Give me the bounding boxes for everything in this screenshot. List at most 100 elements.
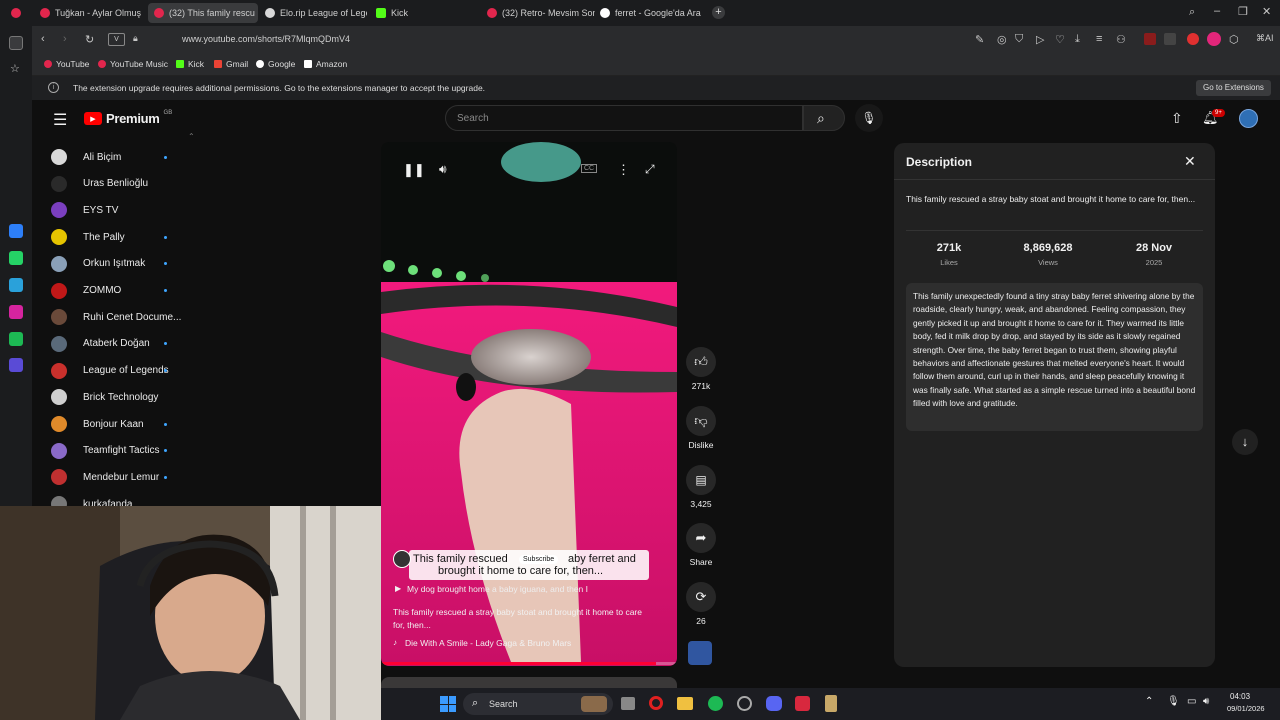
vpn-badge-icon[interactable]: V (108, 33, 125, 46)
sidebar-subscription-item[interactable]: Mendebur Lemur (51, 467, 181, 487)
spotify-icon[interactable] (9, 332, 23, 346)
search-input[interactable]: Search (445, 105, 803, 131)
search-tabs-icon[interactable]: ⌕ (1189, 6, 1195, 19)
bookmark-amazon[interactable]: Amazon (304, 59, 347, 69)
browser-logo-icon[interactable] (11, 8, 21, 18)
sidebar-subscription-item[interactable]: Orkun Işıtmak (51, 254, 181, 274)
progress-track[interactable] (381, 662, 677, 665)
spotify-taskbar-icon[interactable] (708, 696, 723, 711)
sidebar-subscription-item[interactable]: Ataberk Doğan (51, 334, 181, 354)
tab-1[interactable]: Tuğkan - Aylar Olmuş (34, 3, 144, 23)
display-tray-icon[interactable]: ▭ (1187, 696, 1196, 707)
reload-icon[interactable]: ↻ (85, 33, 94, 46)
forward-icon[interactable]: › (63, 33, 67, 45)
player-icon[interactable] (9, 358, 23, 372)
extensions-icon[interactable]: ⬡ (1229, 33, 1239, 46)
comments-button[interactable]: ▤ 3,425 (686, 465, 716, 509)
sidebar-subscription-item[interactable]: Bonjour Kaan (51, 414, 181, 434)
task-view-icon[interactable] (621, 697, 635, 710)
play-icon[interactable]: ▷ (1036, 33, 1044, 46)
close-window-icon[interactable]: ✕ (1262, 5, 1271, 18)
minimize-icon[interactable]: – (1214, 5, 1220, 17)
avatar[interactable] (1239, 109, 1258, 128)
heart-icon[interactable]: ♡ (1055, 33, 1065, 46)
clock-app-icon[interactable] (737, 696, 752, 711)
edit-icon[interactable]: ✎ (975, 33, 984, 46)
sidebar-subscription-item[interactable]: League of Legends (51, 361, 181, 381)
opera-icon[interactable] (649, 696, 663, 710)
back-icon[interactable]: ‹ (41, 33, 45, 45)
tab-3[interactable]: Elo.rip League of Legends (259, 3, 367, 23)
upload-icon[interactable]: ⇧ (1171, 110, 1183, 127)
sound-thumbnail[interactable] (688, 641, 712, 665)
bookmark-youtube-music[interactable]: YouTube Music (98, 59, 168, 69)
url-field[interactable]: www.youtube.com/shorts/R7MlqmQDmV4 (182, 34, 350, 44)
profile-icon[interactable]: ⚇ (1116, 33, 1126, 46)
tab-2-active[interactable]: (32) This family rescu (148, 3, 258, 23)
related-video-link[interactable]: My dog brought home a baby iguana, and t… (407, 584, 588, 594)
file-explorer-icon[interactable] (677, 697, 693, 710)
sidebar-subscription-item[interactable]: Uras Benlioğlu (51, 174, 181, 194)
volume-icon[interactable]: 🔊︎ (439, 162, 447, 177)
extension-icon[interactable] (1144, 33, 1156, 45)
extension-icon[interactable] (1187, 33, 1199, 45)
voice-search-button[interactable]: 🎙︎ (855, 104, 883, 132)
maximize-icon[interactable]: ❐ (1238, 5, 1248, 18)
more-options-icon[interactable]: ⋮ (617, 162, 630, 178)
next-video-button[interactable]: ↓ (1232, 429, 1258, 455)
sidebar-subscription-item[interactable]: The Pally (51, 227, 181, 247)
volume-tray-icon[interactable]: 🔊︎ (1203, 696, 1209, 707)
star-icon[interactable]: ☆ (10, 62, 20, 75)
league-client-icon[interactable] (825, 695, 837, 712)
shield-icon[interactable]: ⛉ (1015, 33, 1023, 46)
pause-icon[interactable]: ❚❚ (403, 162, 425, 178)
discord-icon[interactable] (766, 696, 782, 711)
music-track-link[interactable]: Die With A Smile - Lady Gaga & Bruno Mar… (405, 638, 571, 648)
go-to-extensions-button[interactable]: Go to Extensions (1196, 80, 1271, 96)
tray-expand-icon[interactable]: ⌃ (1145, 696, 1153, 707)
sidebar-subscription-item[interactable]: Ruhi Cenet Docume... (51, 307, 181, 327)
lock-icon[interactable]: 🔒︎ (133, 33, 138, 44)
channel-avatar[interactable] (393, 550, 411, 568)
whatsapp-icon[interactable] (9, 251, 23, 265)
tab-5[interactable]: (32) Retro- Mevsim Sonba (481, 3, 595, 23)
bookmark-gmail[interactable]: Gmail (214, 59, 248, 69)
search-button[interactable]: ⌕ (803, 105, 845, 131)
bookmark-youtube[interactable]: YouTube (44, 59, 89, 69)
remix-button[interactable]: ⟳ 26 (686, 582, 716, 626)
clock-date[interactable]: 09/01/2026 (1227, 704, 1265, 713)
extension-icon[interactable] (1207, 32, 1221, 46)
shorts-video-player[interactable]: ❚❚ 🔊︎ CC ⋮ ⤢ This family rescued Subscri… (381, 142, 677, 666)
captions-icon[interactable]: CC (581, 164, 598, 173)
like-button[interactable]: 👍︎ 271k (686, 347, 716, 391)
subscribe-button[interactable]: Subscribe (519, 555, 559, 564)
sidebar-subscription-item[interactable]: Ali Biçim (51, 147, 181, 167)
dislike-button[interactable]: 👎︎ Dislike (686, 406, 716, 450)
extension-icon[interactable] (1164, 33, 1176, 45)
windows-start-icon[interactable] (440, 696, 456, 712)
menu-lines-icon[interactable]: ≡ (1096, 33, 1102, 45)
bookmark-kick[interactable]: Kick (176, 59, 204, 69)
app-icon[interactable] (795, 696, 810, 711)
microphone-tray-icon[interactable]: 🎙︎ (1167, 696, 1180, 707)
home-icon[interactable] (9, 36, 23, 50)
messenger-icon[interactable] (9, 224, 23, 238)
close-icon[interactable]: ✕ (1184, 153, 1196, 170)
tab-6[interactable]: ferret - Google'da Ara (594, 3, 706, 23)
fullscreen-icon[interactable]: ⤢ (645, 162, 655, 177)
camera-icon[interactable]: ◎ (997, 33, 1007, 46)
sidebar-subscription-item[interactable]: Teamfight Tactics (51, 441, 181, 461)
scroll-up-icon[interactable]: ⌃ (188, 132, 195, 141)
download-icon[interactable]: ⤓ (1075, 33, 1080, 46)
sidebar-subscription-item[interactable]: Brick Technology (51, 387, 181, 407)
clock-time[interactable]: 04:03 (1230, 692, 1250, 701)
share-button[interactable]: ➦ Share (686, 523, 716, 567)
sidebar-subscription-item[interactable]: EYS TV (51, 200, 181, 220)
next-short-preview[interactable] (381, 677, 677, 688)
bookmark-google[interactable]: Google (256, 59, 295, 69)
youtube-premium-logo[interactable]: ▶ Premium GB (84, 110, 172, 126)
hamburger-menu-icon[interactable]: ☰ (53, 110, 67, 130)
ai-icon[interactable]: ⌘AI (1256, 33, 1274, 44)
telegram-icon[interactable] (9, 278, 23, 292)
sidebar-subscription-item[interactable]: ZOMMO (51, 281, 181, 301)
